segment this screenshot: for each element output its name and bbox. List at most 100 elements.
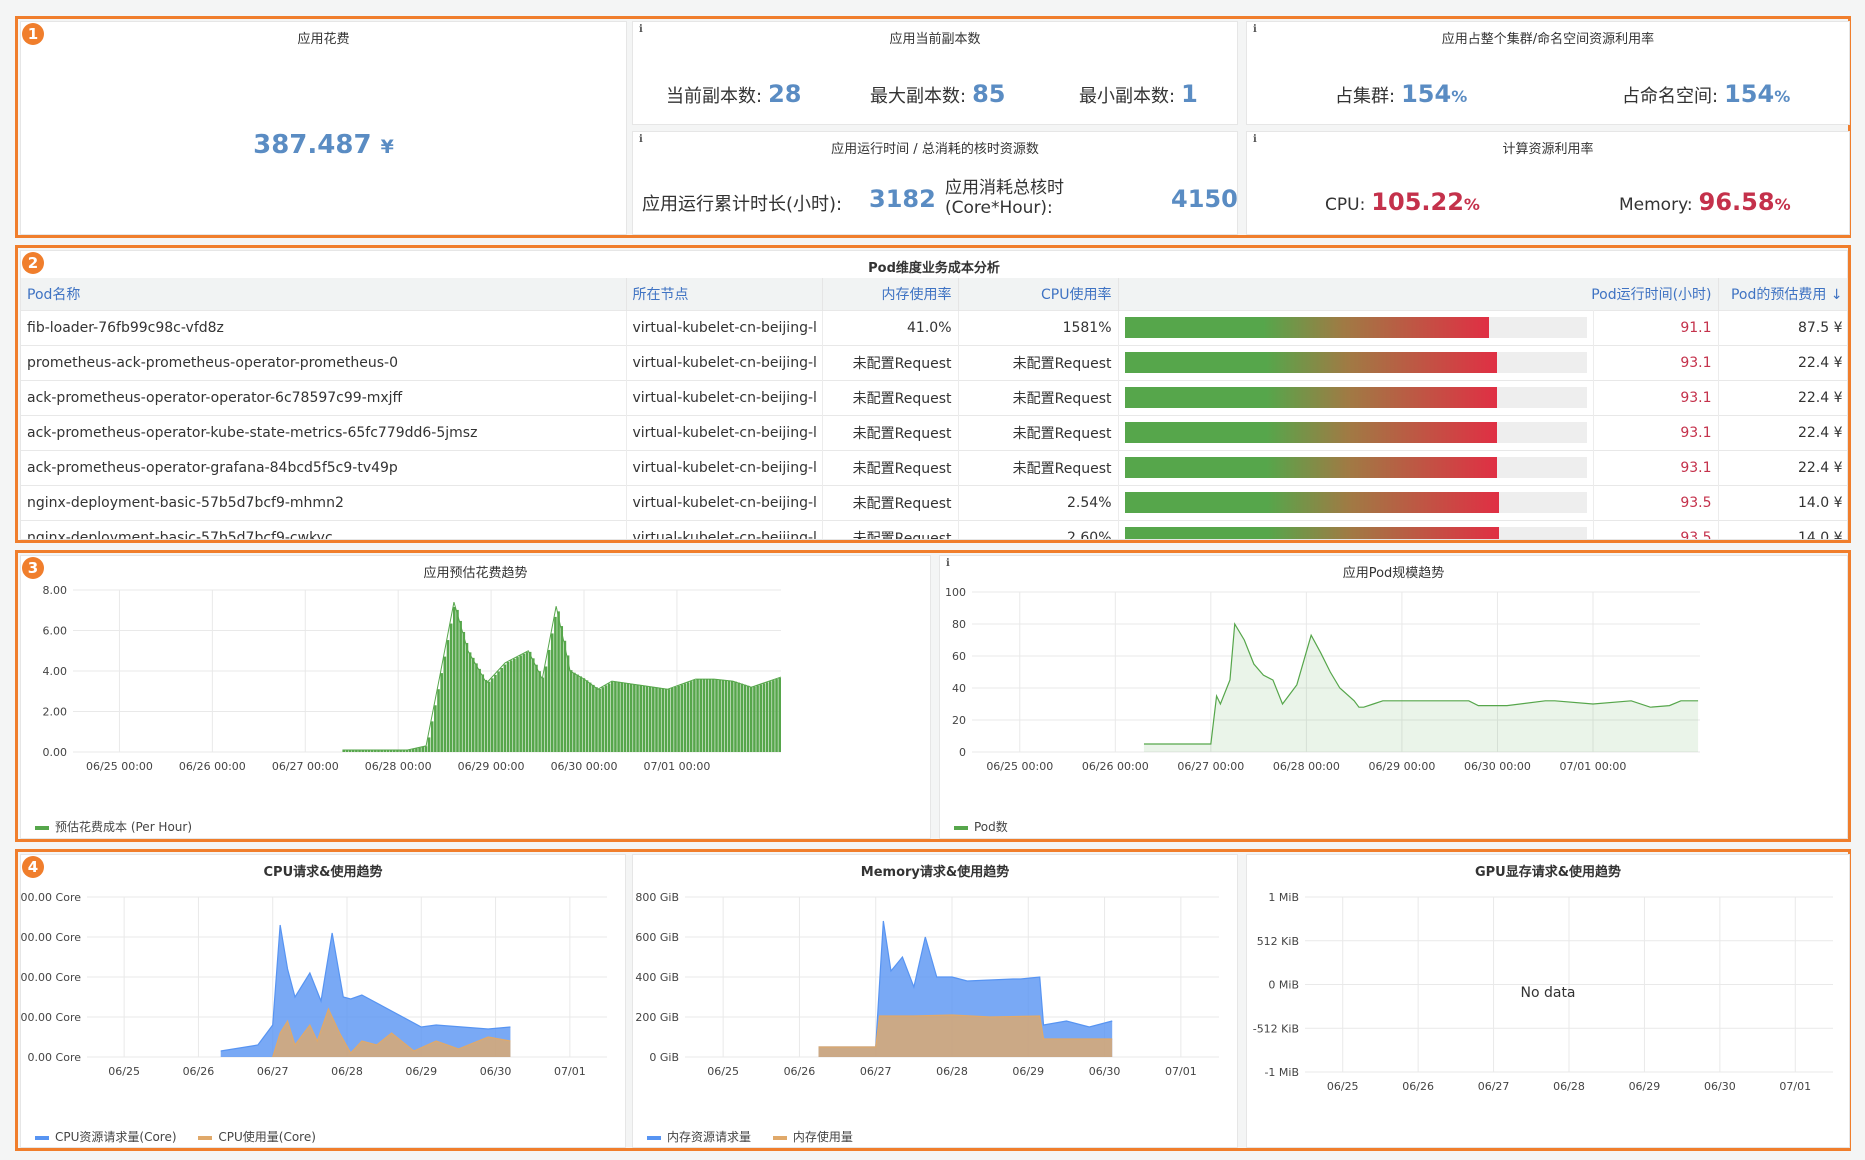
col-pod-name[interactable]: Pod名称	[21, 278, 627, 310]
cost-bar	[576, 674, 579, 752]
cost-trend-chart: 0.00 2.00 4.00 6.00 8.00 06/25 00:00 06/26 00:…	[43, 584, 782, 773]
col-cpu-usage[interactable]: CPU使用率	[958, 278, 1119, 310]
cost-bar	[506, 662, 510, 752]
pod-name-cell[interactable]: ack-prometheus-operator-grafana-84bcd5f5…	[21, 449, 627, 485]
legend-swatch	[35, 825, 49, 830]
panel-title: 应用占整个集群/命名空间资源利用率	[1441, 32, 1655, 47]
x-tick-label: 06/25 00:00	[86, 760, 153, 773]
pod-name-cell[interactable]: ack-prometheus-operator-operator-6c78597…	[21, 379, 627, 415]
cost-bar	[721, 679, 725, 752]
cost-bar	[689, 681, 693, 752]
cost-bar	[715, 679, 718, 752]
table-row[interactable]: prometheus-ack-prometheus-operator-prome…	[21, 344, 1847, 380]
cost-bar	[421, 746, 425, 752]
cost-bar	[516, 657, 519, 752]
pod-table-wrap: Pod名称 所在节点 内存使用率 CPU使用率 Pod运行时间(小时) Pod的…	[21, 278, 1847, 539]
cost-cell: 22.4 ¥	[1718, 449, 1847, 485]
node-cell: virtual-kubelet-cn-beijing-l	[626, 344, 823, 380]
pod-table-body: fib-loader-76fb99c98c-vfd8z virtual-kubel…	[21, 309, 1847, 539]
cost-bar	[604, 685, 608, 752]
mem-usage-cell: 未配置Request	[822, 519, 959, 539]
cost-bar	[740, 683, 744, 752]
pod-name-cell[interactable]: ack-prometheus-operator-kube-state-metri…	[21, 414, 627, 450]
legend-item[interactable]: 预估花费成本 (Per Hour)	[35, 820, 192, 834]
legend-swatch	[954, 825, 968, 830]
x-tick-label: 07/01	[1779, 1080, 1811, 1093]
x-tick-label: 06/29 00:00	[458, 760, 525, 773]
cost-bar	[573, 672, 576, 752]
node-cell: virtual-kubelet-cn-beijing-l	[626, 484, 823, 520]
y-tick-label: 40	[952, 682, 966, 695]
x-tick-label: 06/28 00:00	[365, 760, 432, 773]
col-runtime[interactable]: Pod运行时间(小时)	[1118, 278, 1719, 310]
legend-item[interactable]: CPU资源请求量(Core)	[35, 1130, 177, 1144]
x-tick-label: 06/27	[1478, 1080, 1510, 1093]
x-tick-label: 06/30	[1704, 1080, 1736, 1093]
namespace-share: 占命名空间: 154%	[1622, 80, 1791, 108]
runtime-bar-cell	[1118, 309, 1594, 345]
legend-item[interactable]: 内存使用量	[772, 1130, 853, 1144]
cpu-trend-panel: CPU请求&使用趋势 0.00 Core100.00 Core200.00 Co…	[20, 854, 626, 1148]
x-tick-label: 06/29 00:00	[1368, 760, 1435, 773]
cost-bar	[535, 664, 538, 752]
gpu-trend-panel: GPU显存请求&使用趋势 -1 MiB -512 KiB 0 MiB 512 KiB 1…	[1246, 854, 1850, 1148]
legend-item[interactable]: Pod数	[954, 820, 1008, 834]
cost-bar	[737, 682, 740, 752]
cost-bar	[541, 677, 545, 752]
cost-bar	[528, 651, 532, 752]
table-row[interactable]: ack-prometheus-operator-grafana-84bcd5f5…	[21, 449, 1847, 485]
x-tick-label: 06/26 00:00	[179, 760, 246, 773]
pod-name-cell[interactable]: nginx-deployment-basic-57b5d7bcf9-cwkyc	[21, 519, 627, 539]
y-tick-label: 20	[952, 714, 966, 727]
x-tick-label: 06/26	[784, 1065, 816, 1078]
table-row[interactable]: ack-prometheus-operator-kube-state-metri…	[21, 414, 1847, 450]
cost-cell: 22.4 ¥	[1718, 344, 1847, 380]
node-cell: virtual-kubelet-cn-beijing-l	[626, 414, 823, 450]
runtime-bar-cell	[1118, 519, 1594, 539]
cost-bar	[456, 609, 459, 752]
x-tick-label: 06/28 00:00	[1273, 760, 1340, 773]
table-row[interactable]: ack-prometheus-operator-operator-6c78597…	[21, 379, 1847, 415]
pod-name-cell[interactable]: fib-loader-76fb99c98c-vfd8z	[21, 309, 627, 345]
cost-bar	[538, 671, 541, 752]
cost-bar	[768, 681, 772, 752]
cost-bar	[411, 749, 415, 752]
runtime-bar-fill	[1124, 457, 1498, 478]
cost-bar	[677, 685, 680, 752]
app-cost-value-wrap: 387.487 ¥	[21, 130, 626, 160]
cost-bar	[550, 633, 554, 752]
cost-cell: 87.5 ¥	[1718, 309, 1847, 345]
table-row[interactable]: nginx-deployment-basic-57b5d7bcf9-cwkyc v…	[21, 519, 1847, 539]
cost-bar	[440, 673, 443, 752]
pod-name-cell[interactable]: nginx-deployment-basic-57b5d7bcf9-mhmn2	[21, 484, 627, 520]
cost-bar	[696, 679, 699, 752]
table-row[interactable]: fib-loader-76fb99c98c-vfd8z virtual-kubel…	[21, 309, 1847, 345]
cost-bar	[623, 682, 627, 752]
x-tick-label: 06/30 00:00	[551, 760, 618, 773]
runtime-bar-fill	[1124, 422, 1498, 443]
table-row[interactable]: nginx-deployment-basic-57b5d7bcf9-mhmn2 v…	[21, 484, 1847, 520]
cost-bar	[598, 689, 601, 752]
chart-legend: 内存资源请求量 内存使用量	[647, 1128, 871, 1145]
pod-name-cell[interactable]: prometheus-ack-prometheus-operator-prome…	[21, 344, 627, 380]
cost-trend-panel: 应用预估花费趋势 0.00 2.00 4.00 6.00 8.00 06/25 00:00…	[20, 555, 931, 839]
legend-item[interactable]: CPU使用量(Core)	[198, 1130, 316, 1144]
node-cell: virtual-kubelet-cn-beijing-l	[626, 519, 823, 539]
cost-bar	[753, 686, 756, 752]
col-mem-usage[interactable]: 内存使用率	[822, 278, 959, 310]
panel-title: 应用花费	[297, 32, 350, 47]
cost-bar	[471, 657, 475, 752]
cost-bar	[566, 655, 570, 752]
cost-bar	[531, 658, 535, 752]
col-node[interactable]: 所在节点	[626, 278, 823, 310]
cost-bar	[746, 685, 750, 752]
y-tick-label: 6.00	[43, 625, 68, 638]
col-cost-sorted[interactable]: Pod的预估费用 ↓	[1718, 278, 1847, 310]
cost-bar	[579, 676, 582, 752]
section-pod-table: 2 Pod维度业务成本分析 Pod名称 所在节点 内存使用率 CPU使用率 Po…	[15, 245, 1851, 543]
cost-bar	[465, 642, 469, 752]
runtime-bar	[1124, 352, 1587, 373]
cluster-usage-panel: i 应用占整个集群/命名空间资源利用率 占集群: 154% 占命名空间: 154%	[1246, 21, 1850, 125]
mem-trend-chart: 0 GiB 200 GiB 400 GiB 600 GiB 800 GiB 06/25 06…	[635, 891, 1219, 1078]
legend-item[interactable]: 内存资源请求量	[647, 1130, 751, 1144]
